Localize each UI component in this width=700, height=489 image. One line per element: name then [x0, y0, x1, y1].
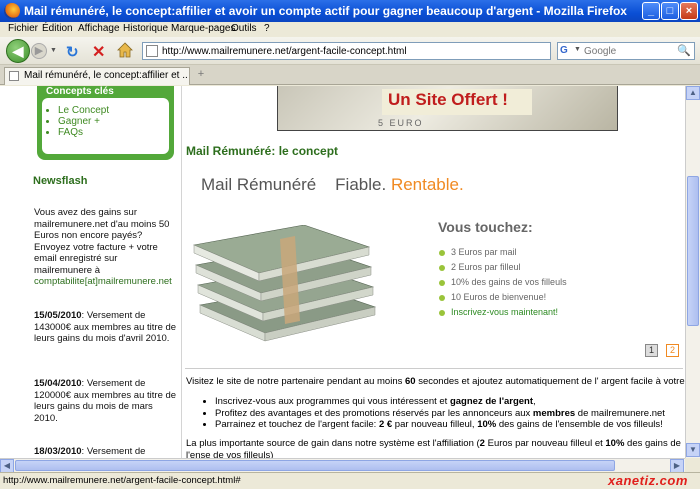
minimize-button[interactable]: _: [642, 2, 660, 20]
engine-dropdown-icon[interactable]: ▼: [574, 46, 581, 53]
inscription-link[interactable]: Inscrivez-vous maintenant!: [439, 305, 567, 320]
scroll-right-arrow-icon[interactable]: ▶: [670, 459, 684, 473]
status-text: http://www.mailremunere.net/argent-facil…: [3, 475, 241, 486]
brand-name: Mail Rémunéré: [201, 175, 317, 194]
divider: [185, 368, 683, 369]
pager-button-2[interactable]: 2: [666, 344, 679, 357]
back-button[interactable]: ◀: [6, 39, 30, 63]
watermark: xanetiz.com: [608, 473, 688, 488]
brand-fiable: Fiable.: [335, 175, 387, 194]
newsflash-title: Newsflash: [33, 175, 88, 187]
page-content: Concepts clés Le Concept Gagner + FAQs N…: [0, 86, 685, 458]
status-bar: http://www.mailremunere.net/argent-facil…: [0, 472, 700, 489]
main-column: 5 EURO Un Site Offert ! Mail Rémunéré: l…: [183, 86, 685, 458]
touchez-item: 2 Euros par filleul: [439, 260, 567, 275]
banner-bill-text: 5 EURO: [378, 118, 424, 128]
slide-pager: 12: [637, 344, 679, 357]
touchez-item: 3 Euros par mail: [439, 245, 567, 260]
reload-icon[interactable]: ↻: [66, 43, 79, 61]
search-input[interactable]: [584, 44, 674, 58]
page-heading: Mail Rémunéré: le concept: [186, 144, 339, 158]
search-bar[interactable]: G ▼ 🔍: [557, 42, 695, 60]
news-item: Vous avez des gains sur mailremunere.net…: [34, 207, 178, 288]
pager-button-1[interactable]: 1: [645, 344, 658, 357]
concept-link-gagner[interactable]: Gagner +: [58, 116, 109, 127]
scroll-up-arrow-icon[interactable]: ▲: [686, 86, 700, 100]
news-item: 18/03/2010: Versement de: [34, 446, 178, 458]
new-tab-button[interactable]: +: [192, 68, 210, 84]
menu-fichier[interactable]: Fichier: [8, 23, 38, 34]
benefit-item: Inscrivez-vous aux programmes qui vous i…: [215, 396, 665, 408]
search-icon[interactable]: 🔍: [677, 44, 691, 57]
menu-outils[interactable]: Outils: [231, 23, 257, 34]
visit-seconds: 60: [405, 376, 416, 387]
money-stack-image: [192, 225, 377, 342]
touchez-item: 10 Euros de bienvenue!: [439, 290, 567, 305]
news-text: Vous avez des gains sur mailremunere.net…: [34, 207, 170, 276]
benefit-item: Profitez des avantages et des promotions…: [215, 408, 665, 420]
menu-help[interactable]: ?: [264, 23, 270, 34]
title-bar: Mail rémunéré, le concept:affilier et av…: [0, 0, 700, 22]
google-engine-icon[interactable]: G: [560, 45, 574, 57]
site-offert-banner[interactable]: 5 EURO Un Site Offert !: [277, 86, 618, 131]
brand-rentable: Rentable.: [390, 175, 464, 194]
concept-link-le-concept[interactable]: Le Concept: [58, 105, 109, 116]
tab-favicon-icon: [9, 71, 19, 81]
left-sidebar: Concepts clés Le Concept Gagner + FAQs N…: [0, 86, 182, 458]
url-bar[interactable]: ☆: [142, 42, 679, 60]
menu-edition[interactable]: Édition: [42, 23, 73, 34]
stop-icon[interactable]: ✕: [92, 42, 105, 62]
affiliation-paragraph: La plus importante source de gain dans n…: [186, 438, 681, 458]
vertical-scroll-thumb[interactable]: [687, 176, 699, 326]
touchez-title: Vous touchez:: [438, 219, 533, 235]
history-dropdown-icon[interactable]: ▼: [50, 47, 58, 55]
firefox-logo-icon: [4, 3, 20, 19]
menu-bar: Fichier Édition Affichage Historique Mar…: [0, 22, 700, 37]
news-item: 15/05/2010: Versement de 143000€ aux mem…: [34, 310, 178, 345]
touchez-list: 3 Euros par mail 2 Euros par filleul 10%…: [439, 245, 567, 320]
brand-slogan: Mail Rémunéré Fiable. Rentable.: [201, 175, 464, 195]
banner-offer-text: Un Site Offert !: [388, 90, 508, 109]
concepts-title: Concepts clés: [46, 86, 114, 97]
concepts-box: Concepts clés Le Concept Gagner + FAQs: [37, 86, 174, 160]
menu-marque-pages[interactable]: Marque-pages: [171, 23, 235, 34]
url-input[interactable]: [162, 44, 502, 58]
scroll-down-arrow-icon[interactable]: ▼: [686, 443, 700, 457]
benefits-list: Inscrivez-vous aux programmes qui vous i…: [215, 396, 665, 431]
visit-text: Visitez le site de notre partenaire pend…: [186, 376, 405, 387]
tab-bar: Mail rémunéré, le concept:affilier et ..…: [0, 65, 700, 85]
scroll-left-arrow-icon[interactable]: ◀: [0, 459, 14, 473]
hero-slideshow: Mail Rémunéré Fiable. Rentable. Vous tou…: [185, 165, 683, 360]
maximize-button[interactable]: □: [661, 2, 679, 20]
horizontal-scroll-thumb[interactable]: [15, 460, 615, 471]
menu-historique[interactable]: Historique: [123, 23, 168, 34]
tab-label: Mail rémunéré, le concept:affilier et ..…: [24, 70, 188, 81]
navigation-toolbar: ◀ ▶ ▼ ↻ ✕ ☆ G ▼ 🔍: [0, 37, 700, 65]
visit-paragraph: Visitez le site de notre partenaire pend…: [186, 376, 685, 387]
tab-active[interactable]: Mail rémunéré, le concept:affilier et ..…: [4, 67, 190, 85]
news-email-link[interactable]: comptabilite[at]mailremunere.net: [34, 276, 172, 287]
close-button[interactable]: ×: [680, 2, 698, 20]
visit-text-end: secondes et ajoutez automatiquement de l…: [415, 376, 685, 387]
vertical-scrollbar[interactable]: ▲ ▼: [685, 86, 700, 458]
page-favicon-icon: [146, 45, 158, 57]
news-item: 15/04/2010: Versement de 120000€ aux mem…: [34, 378, 178, 424]
concept-link-faqs[interactable]: FAQs: [58, 127, 109, 138]
forward-button[interactable]: ▶: [31, 43, 47, 59]
news-text: : Versement de: [81, 446, 146, 457]
horizontal-scrollbar[interactable]: ◀ ▶: [0, 458, 685, 473]
concepts-body: Le Concept Gagner + FAQs: [42, 98, 169, 154]
menu-affichage[interactable]: Affichage: [78, 23, 120, 34]
news-date: 15/05/2010: [34, 310, 82, 321]
home-icon[interactable]: [117, 42, 133, 58]
touchez-item: 10% des gains de vos filleuls: [439, 275, 567, 290]
news-date: 15/04/2010: [34, 378, 82, 389]
window-title: Mail rémunéré, le concept:affilier et av…: [24, 4, 627, 18]
news-date: 18/03/2010: [34, 446, 82, 457]
benefit-item: Parrainez et touchez de l'argent facile:…: [215, 419, 665, 431]
